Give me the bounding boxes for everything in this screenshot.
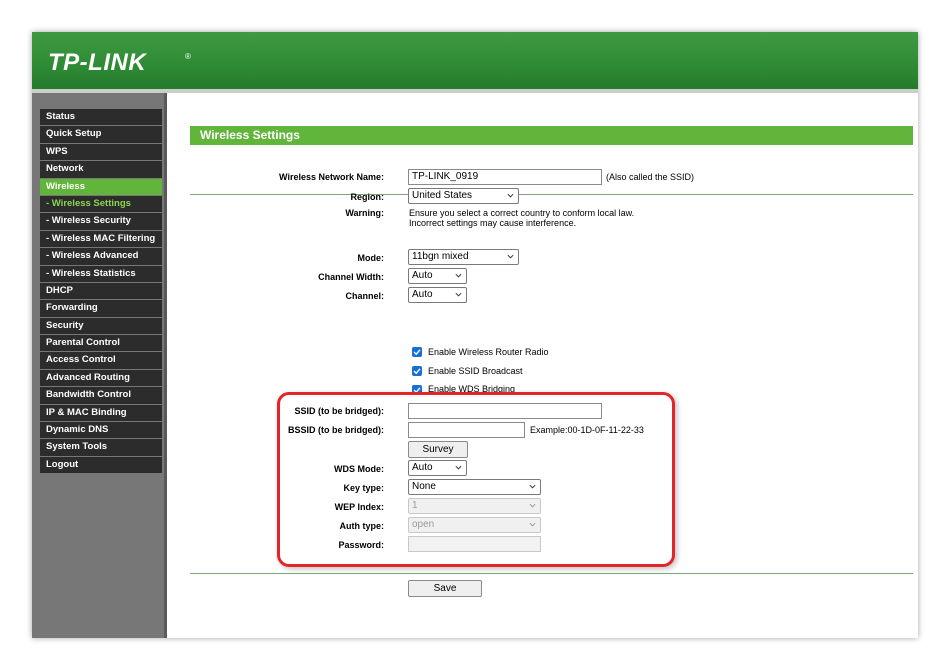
chevron-down-icon: [529, 484, 536, 489]
channel-width-select[interactable]: Auto: [408, 268, 467, 284]
sidebar-item-bandwidth-control[interactable]: Bandwidth Control: [40, 387, 162, 404]
key-type-value: None: [412, 481, 436, 492]
channel-select[interactable]: Auto: [408, 287, 467, 303]
sidebar-item-forwarding[interactable]: Forwarding: [40, 300, 162, 317]
tp-link-logo: TP-LINK: [48, 49, 147, 76]
password-label: Password:: [338, 540, 384, 550]
region-label: Region:: [350, 192, 385, 202]
sidebar-item-wps[interactable]: WPS: [40, 143, 162, 161]
sidebar-item-quick-setup[interactable]: Quick Setup: [40, 126, 162, 143]
key-type-label: Key type:: [343, 483, 384, 493]
bottom-divider: [190, 573, 913, 574]
region-select-value: United States: [412, 190, 473, 201]
auth-type-label: Auth type:: [339, 521, 385, 531]
checkmark-icon: [413, 368, 421, 375]
survey-button[interactable]: Survey: [408, 441, 468, 458]
chevron-down-icon: [507, 254, 514, 259]
registered-mark: ®: [185, 52, 191, 61]
wep-index-label: WEP Index:: [334, 502, 384, 512]
auth-type-select[interactable]: open: [408, 517, 541, 533]
region-select[interactable]: United States: [408, 188, 519, 204]
channel-value: Auto: [412, 289, 433, 300]
header-bar: TP-LINK ®: [32, 32, 918, 89]
warning-text-line2: Incorrect settings may cause interferenc…: [409, 218, 577, 228]
checkmark-icon: [413, 349, 421, 356]
channel-label: Channel:: [345, 291, 384, 301]
sidebar-item-status[interactable]: Status: [40, 109, 162, 126]
chevron-down-icon: [455, 273, 462, 278]
enable-radio-checkbox[interactable]: [412, 347, 422, 357]
warning-text-line1: Ensure you select a correct country to c…: [409, 208, 635, 218]
auth-type-value: open: [412, 519, 435, 530]
enable-ssid-broadcast-checkbox[interactable]: [412, 366, 422, 376]
enable-radio-label: Enable Wireless Router Radio: [428, 347, 549, 357]
enable-ssid-broadcast-label: Enable SSID Broadcast: [428, 366, 523, 376]
chevron-down-icon: [507, 193, 514, 198]
password-input[interactable]: [408, 536, 541, 552]
sidebar-item-security[interactable]: Security: [40, 317, 162, 335]
ssid-note: (Also called the SSID): [606, 172, 695, 182]
sidebar-item-parental-control[interactable]: Parental Control: [40, 335, 162, 352]
network-name-input[interactable]: TP-LINK_0919: [408, 169, 602, 185]
key-type-select[interactable]: None: [408, 479, 541, 495]
chevron-down-icon: [529, 522, 536, 527]
wds-mode-value: Auto: [412, 462, 433, 473]
wds-mode-select[interactable]: Auto: [408, 460, 467, 476]
mode-select-value: 11bgn mixed: [412, 251, 469, 262]
sidebar-item-system-tools[interactable]: System Tools: [40, 439, 162, 456]
wds-ssid-input[interactable]: [408, 403, 602, 419]
wds-mode-label: WDS Mode:: [334, 464, 384, 474]
wds-bssid-label: BSSID (to be bridged):: [288, 425, 384, 435]
wds-ssid-label: SSID (to be bridged):: [294, 406, 385, 416]
mode-select[interactable]: 11bgn mixed: [408, 249, 519, 265]
chevron-down-icon: [455, 292, 462, 297]
sidebar-subitem-wireless-mac-filtering[interactable]: - Wireless MAC Filtering: [40, 230, 162, 248]
channel-width-value: Auto: [412, 270, 433, 281]
page-title: Wireless Settings: [190, 126, 913, 145]
sidebar-item-advanced-routing[interactable]: Advanced Routing: [40, 369, 162, 387]
channel-width-label: Channel Width:: [318, 272, 384, 282]
warning-label: Warning:: [345, 208, 384, 218]
wep-index-value: 1: [412, 500, 418, 511]
sidebar-item-access-control[interactable]: Access Control: [40, 352, 162, 369]
chevron-down-icon: [455, 465, 462, 470]
mode-label: Mode:: [357, 253, 385, 263]
wds-bssid-input[interactable]: [408, 422, 525, 438]
save-button[interactable]: Save: [408, 580, 482, 597]
chevron-down-icon: [529, 503, 536, 508]
wep-index-select[interactable]: 1: [408, 498, 541, 514]
bssid-example: Example:00-1D-0F-11-22-33: [530, 425, 644, 435]
network-name-label: Wireless Network Name:: [279, 172, 384, 182]
